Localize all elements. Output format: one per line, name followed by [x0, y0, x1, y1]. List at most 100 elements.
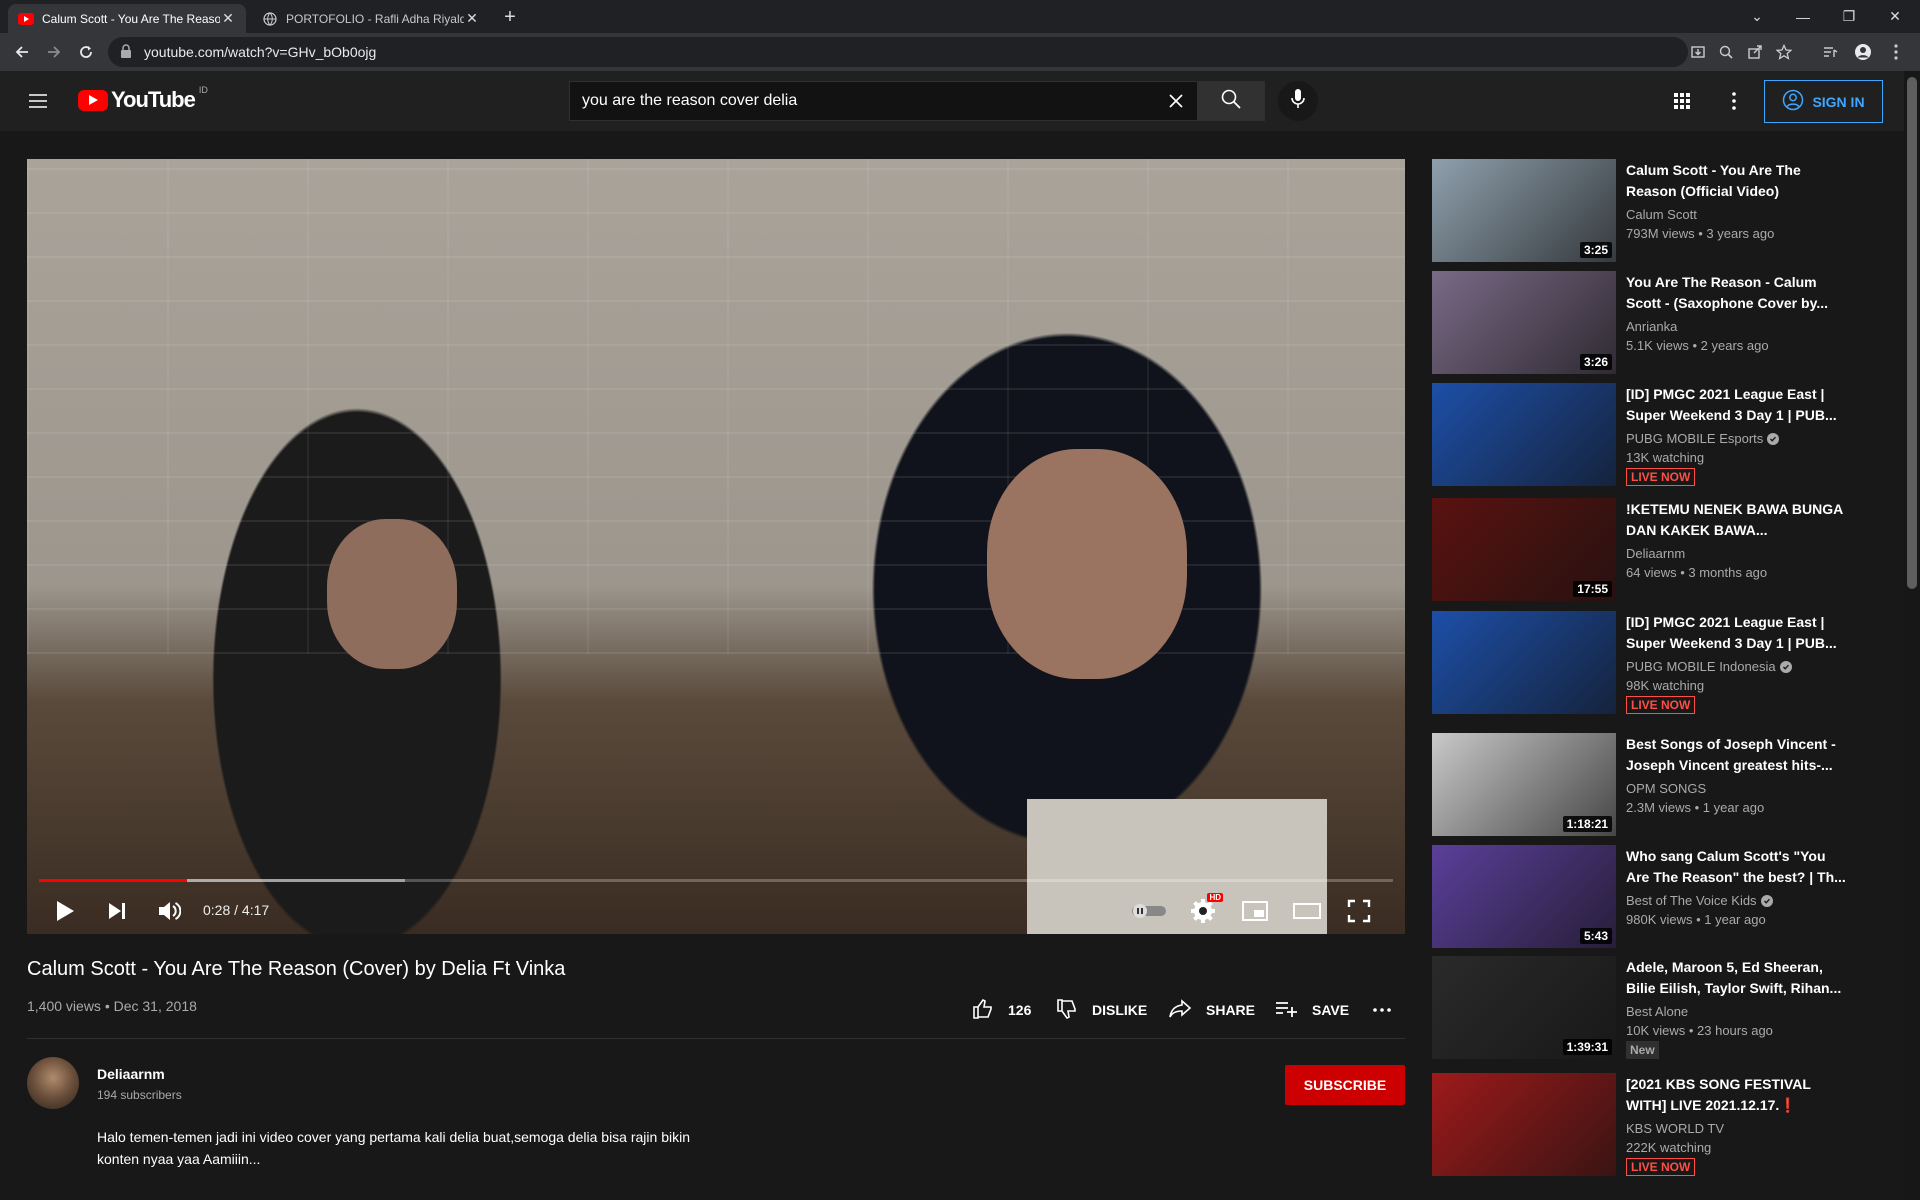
- video-frame-person-left: [327, 519, 457, 669]
- channel-name[interactable]: Deliaarnm: [97, 1066, 165, 1082]
- tab-close-icon[interactable]: ✕: [220, 10, 236, 27]
- related-video-item[interactable]: 17:55 !KETEMU NENEK BAWA BUNGA DAN KAKEK …: [1432, 498, 1852, 602]
- video-frame-shirt: [1027, 799, 1327, 934]
- related-video-channel[interactable]: Best of The Voice Kids: [1626, 893, 1773, 908]
- apps-grid-icon[interactable]: [1670, 89, 1694, 113]
- related-video-channel[interactable]: KBS WORLD TV: [1626, 1121, 1724, 1136]
- related-video-channel[interactable]: PUBG MOBILE Esports: [1626, 431, 1780, 446]
- related-video-title[interactable]: You Are The Reason - Calum Scott - (Saxo…: [1626, 272, 1852, 314]
- video-thumbnail[interactable]: 1:39:31: [1432, 956, 1616, 1059]
- video-thumbnail[interactable]: [1432, 611, 1616, 714]
- related-video-title[interactable]: !KETEMU NENEK BAWA BUNGA DAN KAKEK BAWA.…: [1626, 499, 1852, 541]
- search-button[interactable]: [1197, 81, 1265, 121]
- played-bar: [39, 879, 187, 882]
- settings-more-icon[interactable]: [1722, 89, 1746, 113]
- hamburger-menu-icon[interactable]: [26, 89, 50, 113]
- youtube-logo[interactable]: YouTube ID: [78, 85, 208, 113]
- video-thumbnail[interactable]: [1432, 383, 1616, 486]
- channel-avatar[interactable]: [27, 1057, 79, 1109]
- browser-menu-icon[interactable]: [1886, 42, 1906, 62]
- next-button[interactable]: [99, 893, 135, 929]
- section-divider: [27, 1038, 1405, 1039]
- video-player[interactable]: 0:28 / 4:17 HD: [27, 159, 1405, 934]
- related-video-title[interactable]: Best Songs of Joseph Vincent - Joseph Vi…: [1626, 734, 1852, 776]
- related-video-title[interactable]: [2021 KBS SONG FESTIVAL WITH] LIVE 2021.…: [1626, 1074, 1852, 1116]
- new-tab-button[interactable]: +: [498, 6, 522, 30]
- related-video-item[interactable]: 3:25 Calum Scott - You Are The Reason (Of…: [1432, 159, 1852, 263]
- related-video-meta: 2.3M views • 1 year ago: [1626, 800, 1765, 815]
- browser-tab-active[interactable]: Calum Scott - You Are The Reason (Cover)…: [8, 4, 246, 33]
- share-page-icon[interactable]: [1745, 42, 1765, 62]
- theater-mode-icon[interactable]: [1289, 893, 1325, 929]
- autoplay-toggle[interactable]: [1131, 893, 1167, 929]
- time-display: 0:28 / 4:17: [203, 902, 270, 918]
- video-thumbnail[interactable]: 5:43: [1432, 845, 1616, 948]
- view-count-date: 1,400 views • Dec 31, 2018: [27, 998, 197, 1014]
- video-frame-wall: [27, 159, 1405, 654]
- reload-icon[interactable]: [74, 40, 98, 64]
- related-video-title[interactable]: Who sang Calum Scott's "You Are The Reas…: [1626, 846, 1852, 888]
- zoom-icon[interactable]: [1716, 42, 1736, 62]
- related-video-item[interactable]: [ID] PMGC 2021 League East | Super Weeke…: [1432, 611, 1852, 715]
- bookmark-star-icon[interactable]: [1774, 42, 1794, 62]
- related-video-item[interactable]: 1:18:21 Best Songs of Joseph Vincent - Jo…: [1432, 733, 1852, 837]
- video-thumbnail[interactable]: 3:25: [1432, 159, 1616, 262]
- share-button[interactable]: SHARE: [1168, 997, 1255, 1023]
- address-bar[interactable]: youtube.com/watch?v=GHv_bOb0ojg: [108, 37, 1688, 67]
- related-video-title[interactable]: [ID] PMGC 2021 League East | Super Weeke…: [1626, 384, 1852, 426]
- back-arrow-icon[interactable]: [10, 40, 34, 64]
- progress-bar[interactable]: [39, 879, 1393, 882]
- video-description[interactable]: Halo temen-temen jadi ini video cover ya…: [97, 1126, 797, 1170]
- video-thumbnail[interactable]: 3:26: [1432, 271, 1616, 374]
- clear-search-icon[interactable]: [1165, 90, 1187, 112]
- related-video-channel[interactable]: Deliaarnm: [1626, 546, 1685, 561]
- miniplayer-icon[interactable]: [1237, 893, 1273, 929]
- related-video-title[interactable]: [ID] PMGC 2021 League East | Super Weeke…: [1626, 612, 1852, 654]
- region-code: ID: [198, 85, 208, 95]
- settings-gear-icon[interactable]: HD: [1185, 893, 1223, 929]
- related-video-title[interactable]: Calum Scott - You Are The Reason (Offici…: [1626, 160, 1852, 202]
- related-video-channel[interactable]: Anrianka: [1626, 319, 1677, 334]
- search-input[interactable]: you are the reason cover delia: [569, 81, 1197, 121]
- close-window-button[interactable]: ✕: [1872, 0, 1918, 33]
- like-button[interactable]: 126: [972, 997, 1031, 1023]
- related-video-channel[interactable]: PUBG MOBILE Indonesia: [1626, 659, 1792, 674]
- page-scrollbar[interactable]: [1904, 71, 1920, 1200]
- related-video-meta: 793M views • 3 years ago: [1626, 226, 1775, 241]
- video-thumbnail[interactable]: [1432, 1073, 1616, 1176]
- related-video-item[interactable]: [2021 KBS SONG FESTIVAL WITH] LIVE 2021.…: [1432, 1073, 1852, 1177]
- profile-icon[interactable]: [1853, 42, 1873, 62]
- sign-in-button[interactable]: SIGN IN: [1764, 80, 1883, 123]
- video-thumbnail[interactable]: 1:18:21: [1432, 733, 1616, 836]
- related-video-meta: 98K watching: [1626, 678, 1705, 693]
- live-now-badge: LIVE NOW: [1626, 696, 1696, 714]
- browser-tab[interactable]: PORTOFOLIO - Rafli Adha Riyaldy ✕: [252, 4, 490, 33]
- related-video-channel[interactable]: Best Alone: [1626, 1004, 1688, 1019]
- tab-search-chevron-icon[interactable]: ⌄: [1734, 0, 1780, 33]
- dislike-button[interactable]: DISLIKE: [1056, 997, 1147, 1023]
- restore-button[interactable]: ❐: [1826, 0, 1872, 33]
- volume-icon[interactable]: [151, 893, 187, 929]
- related-video-title[interactable]: Adele, Maroon 5, Ed Sheeran, Bilie Eilis…: [1626, 957, 1852, 999]
- dislike-label: DISLIKE: [1092, 1002, 1148, 1018]
- save-button[interactable]: SAVE: [1274, 997, 1349, 1023]
- play-button[interactable]: [47, 893, 83, 929]
- related-video-item[interactable]: 1:39:31 Adele, Maroon 5, Ed Sheeran, Bili…: [1432, 956, 1852, 1060]
- fullscreen-icon[interactable]: [1341, 893, 1377, 929]
- related-video-channel[interactable]: Calum Scott: [1626, 207, 1697, 222]
- related-video-channel[interactable]: OPM SONGS: [1626, 781, 1706, 796]
- reading-list-icon[interactable]: [1820, 42, 1840, 62]
- forward-arrow-icon[interactable]: [42, 40, 66, 64]
- subscribe-button[interactable]: SUBSCRIBE: [1285, 1065, 1405, 1105]
- install-app-icon[interactable]: [1688, 42, 1708, 62]
- scrollbar-thumb[interactable]: [1907, 77, 1917, 589]
- tab-close-icon[interactable]: ✕: [464, 10, 480, 27]
- video-thumbnail[interactable]: 17:55: [1432, 498, 1616, 601]
- related-video-item[interactable]: [ID] PMGC 2021 League East | Super Weeke…: [1432, 383, 1852, 487]
- related-video-item[interactable]: 3:26 You Are The Reason - Calum Scott - (…: [1432, 271, 1852, 375]
- minimize-button[interactable]: —: [1780, 0, 1826, 33]
- voice-search-button[interactable]: [1278, 81, 1318, 121]
- related-video-item[interactable]: 5:43 Who sang Calum Scott's "You Are The …: [1432, 845, 1852, 949]
- browser-tabstrip: Calum Scott - You Are The Reason (Cover)…: [0, 0, 1920, 33]
- more-actions-icon[interactable]: [1372, 997, 1392, 1023]
